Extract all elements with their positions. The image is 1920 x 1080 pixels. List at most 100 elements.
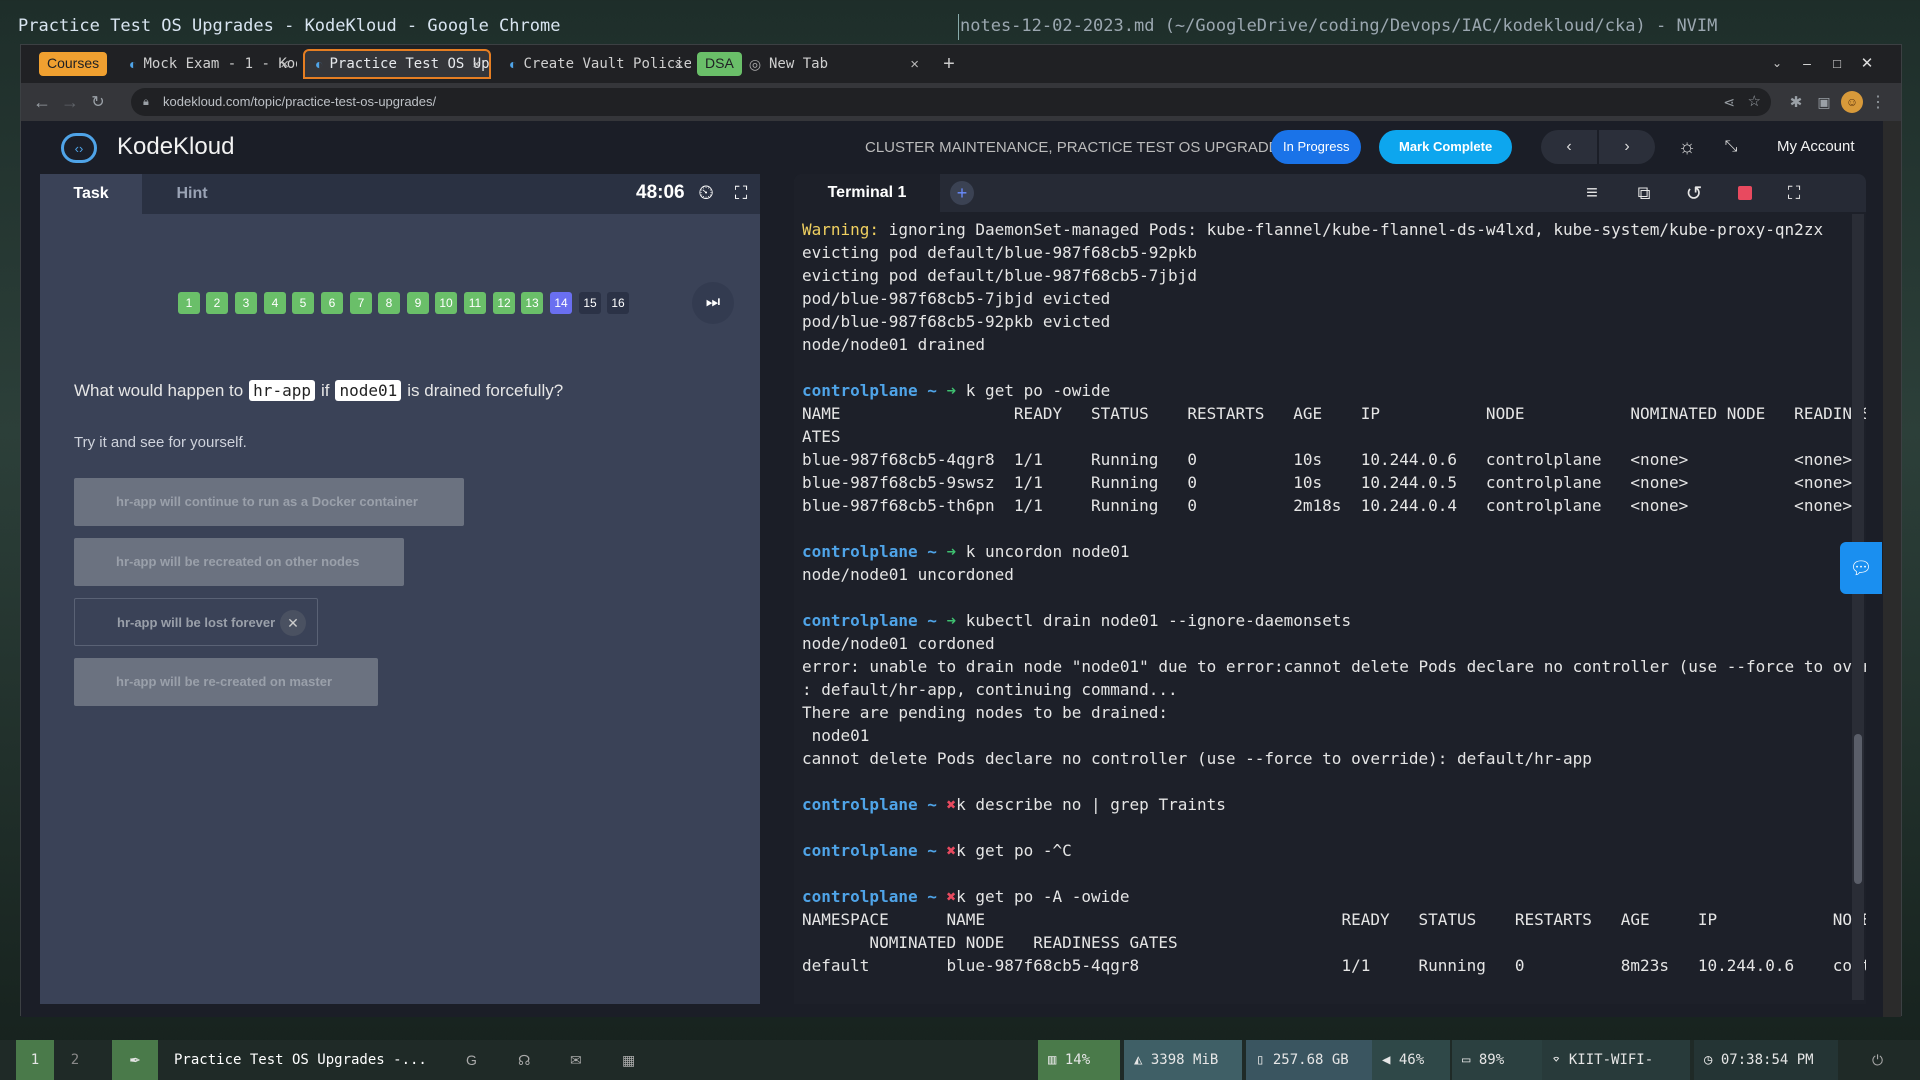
- tab-mock-exam[interactable]: ◐ Mock Exam - 1 - KodeKl ×: [119, 49, 297, 79]
- question-number-4[interactable]: 4: [264, 292, 286, 314]
- github-icon[interactable]: ☊: [508, 1040, 540, 1080]
- stop-icon[interactable]: [1738, 186, 1752, 200]
- question-number-14[interactable]: 14: [550, 292, 572, 314]
- terminal-output[interactable]: Warning: ignoring DaemonSet-managed Pods…: [802, 218, 1866, 977]
- question-number-1[interactable]: 1: [178, 292, 200, 314]
- tab-group-dsa[interactable]: DSA: [697, 52, 742, 76]
- wifi-indicator[interactable]: ⌔ KIIT-WIFI-NET.: [1542, 1040, 1690, 1080]
- speaker-icon: ◀: [1382, 1052, 1391, 1068]
- next-icon[interactable]: ›: [1599, 130, 1655, 164]
- back-icon[interactable]: ←: [31, 91, 53, 113]
- question-number-3[interactable]: 3: [235, 292, 257, 314]
- terminal-fullscreen-icon[interactable]: ⛶: [1782, 182, 1806, 204]
- question-number-12[interactable]: 12: [493, 292, 515, 314]
- in-progress-button[interactable]: In Progress: [1271, 130, 1362, 164]
- open-external-icon[interactable]: ⧉: [1632, 182, 1656, 204]
- command-text: k get po -A -owide: [956, 887, 1130, 906]
- terminal-line: Warning: ignoring DaemonSet-managed Pods…: [802, 218, 1852, 241]
- address-bar[interactable]: 🔒︎ kodekloud.com/topic/practice-test-os-…: [131, 88, 1771, 116]
- tab-practice-test[interactable]: ◐ Practice Test OS Upgr ×: [303, 49, 491, 79]
- question-number-8[interactable]: 8: [378, 292, 400, 314]
- skip-next-icon[interactable]: ⏭: [692, 282, 734, 324]
- tab-search-chevron-icon[interactable]: ⌄: [1767, 53, 1787, 73]
- fullscreen-icon[interactable]: ⛶: [730, 182, 752, 204]
- alarm-clock-icon: ⏲: [698, 181, 714, 204]
- side-panel-icon[interactable]: ▣: [1813, 91, 1835, 113]
- volume-value: 46%: [1398, 1052, 1425, 1068]
- question-number-7[interactable]: 7: [350, 292, 372, 314]
- minimize-icon[interactable]: –: [1797, 53, 1817, 73]
- page-scrollbar[interactable]: [1883, 121, 1901, 1017]
- add-terminal-icon[interactable]: +: [950, 181, 974, 205]
- close-tab-icon[interactable]: ×: [280, 56, 289, 73]
- profile-avatar[interactable]: ☺: [1841, 91, 1863, 113]
- cpu-indicator: ▥ 14%: [1038, 1040, 1120, 1080]
- mail-icon[interactable]: ✉: [560, 1040, 592, 1080]
- question-number-5[interactable]: 5: [292, 292, 314, 314]
- question-number-11[interactable]: 11: [464, 292, 486, 314]
- answer-option-2[interactable]: hr-app will be recreated on other nodes: [74, 538, 404, 586]
- close-tab-icon[interactable]: ×: [472, 56, 481, 73]
- breadcrumb: CLUSTER MAINTENANCE, PRACTICE TEST OS UP…: [865, 139, 1289, 156]
- question-number-10[interactable]: 10: [435, 292, 457, 314]
- terminal-line: default blue-987f68cb5-4qgr8 1/1 Running…: [802, 956, 1866, 975]
- tab-task[interactable]: Task: [40, 174, 142, 214]
- close-window-icon[interactable]: ✕: [1857, 53, 1877, 73]
- google-icon[interactable]: G: [456, 1040, 487, 1080]
- nvim-window-title: notes-12-02-2023.md (~/GoogleDrive/codin…: [960, 16, 1718, 36]
- question-number-16[interactable]: 16: [607, 292, 629, 314]
- close-tab-icon[interactable]: ×: [910, 56, 919, 73]
- bookmark-star-icon[interactable]: ☆: [1748, 88, 1761, 116]
- question-number-13[interactable]: 13: [521, 292, 543, 314]
- close-tab-icon[interactable]: ×: [674, 56, 683, 73]
- terminal-scroll-thumb[interactable]: [1854, 734, 1862, 884]
- disk-value: 257.68 GB: [1272, 1052, 1349, 1068]
- answer-option-4[interactable]: hr-app will be re-created on master: [74, 658, 378, 706]
- menu-kebab-icon[interactable]: ⋮: [1869, 91, 1887, 113]
- chat-bubble-icon[interactable]: 💬︎: [1840, 542, 1882, 594]
- terminal-prompt-line: controlplane ~ ✖k get po -A -owide: [802, 885, 1852, 908]
- toolbar: ← → ↻ 🔒︎ kodekloud.com/topic/practice-te…: [21, 83, 1901, 121]
- tab-group-courses[interactable]: Courses: [39, 52, 108, 76]
- maximize-icon[interactable]: □: [1827, 53, 1847, 73]
- cpu-value: 14%: [1064, 1052, 1091, 1068]
- new-tab-plus-icon[interactable]: +: [937, 51, 961, 77]
- tab-create-vault-policies[interactable]: ◐ Create Vault Policies ×: [499, 49, 691, 79]
- prompt-user: controlplane: [802, 841, 918, 860]
- previous-icon[interactable]: ‹: [1541, 130, 1597, 164]
- prompt-error-icon: ✖: [946, 795, 957, 814]
- workspace-2[interactable]: 2: [56, 1040, 94, 1080]
- theme-sun-icon[interactable]: ☼: [1675, 135, 1699, 159]
- mark-complete-button[interactable]: Mark Complete: [1379, 130, 1513, 164]
- terminal-line: blue-987f68cb5-4qgr8 1/1 Running 0 10s 1…: [802, 450, 1852, 469]
- power-icon[interactable]: ⏻: [1862, 1040, 1893, 1080]
- calendar-icon[interactable]: ▦: [612, 1040, 645, 1080]
- memory-icon: ◭: [1134, 1052, 1143, 1068]
- tab-new-tab[interactable]: ◎ New Tab ×: [737, 49, 927, 79]
- collapse-icon[interactable]: ⤡: [1719, 135, 1743, 159]
- question-number-2[interactable]: 2: [206, 292, 228, 314]
- share-icon[interactable]: ⋖: [1723, 88, 1735, 116]
- prompt-user: controlplane: [802, 542, 918, 561]
- workspace-1[interactable]: 1: [16, 1040, 54, 1080]
- extensions-icon[interactable]: ✱: [1785, 91, 1807, 113]
- terminal-scrollbar[interactable]: [1852, 214, 1864, 1000]
- volume-indicator[interactable]: ◀ 46%: [1372, 1040, 1450, 1080]
- question-subtext: Try it and see for yourself.: [74, 434, 247, 451]
- forward-icon[interactable]: →: [59, 91, 81, 113]
- terminal-line: NOMINATED NODE READINESS GATES: [802, 933, 1178, 952]
- my-account-link[interactable]: My Account: [1777, 138, 1855, 155]
- question-part: What would happen to: [74, 380, 244, 400]
- reload-icon[interactable]: ↻: [87, 91, 109, 113]
- question-number-15[interactable]: 15: [579, 292, 601, 314]
- reset-history-icon[interactable]: ↺: [1682, 182, 1706, 205]
- answer-option-1[interactable]: hr-app will continue to run as a Docker …: [74, 478, 464, 526]
- tab-terminal-1[interactable]: Terminal 1: [794, 174, 940, 212]
- terminal-line: pod/blue-987f68cb5-7jbjd evicted: [802, 289, 1111, 308]
- terminal-blank: [802, 862, 1852, 885]
- task-panel-header: Task Hint 48:06 ⏲ ⛶: [40, 174, 760, 214]
- question-number-9[interactable]: 9: [407, 292, 429, 314]
- question-number-6[interactable]: 6: [321, 292, 343, 314]
- hamburger-menu-icon[interactable]: ≡: [1580, 182, 1604, 204]
- tab-hint[interactable]: Hint: [142, 174, 242, 214]
